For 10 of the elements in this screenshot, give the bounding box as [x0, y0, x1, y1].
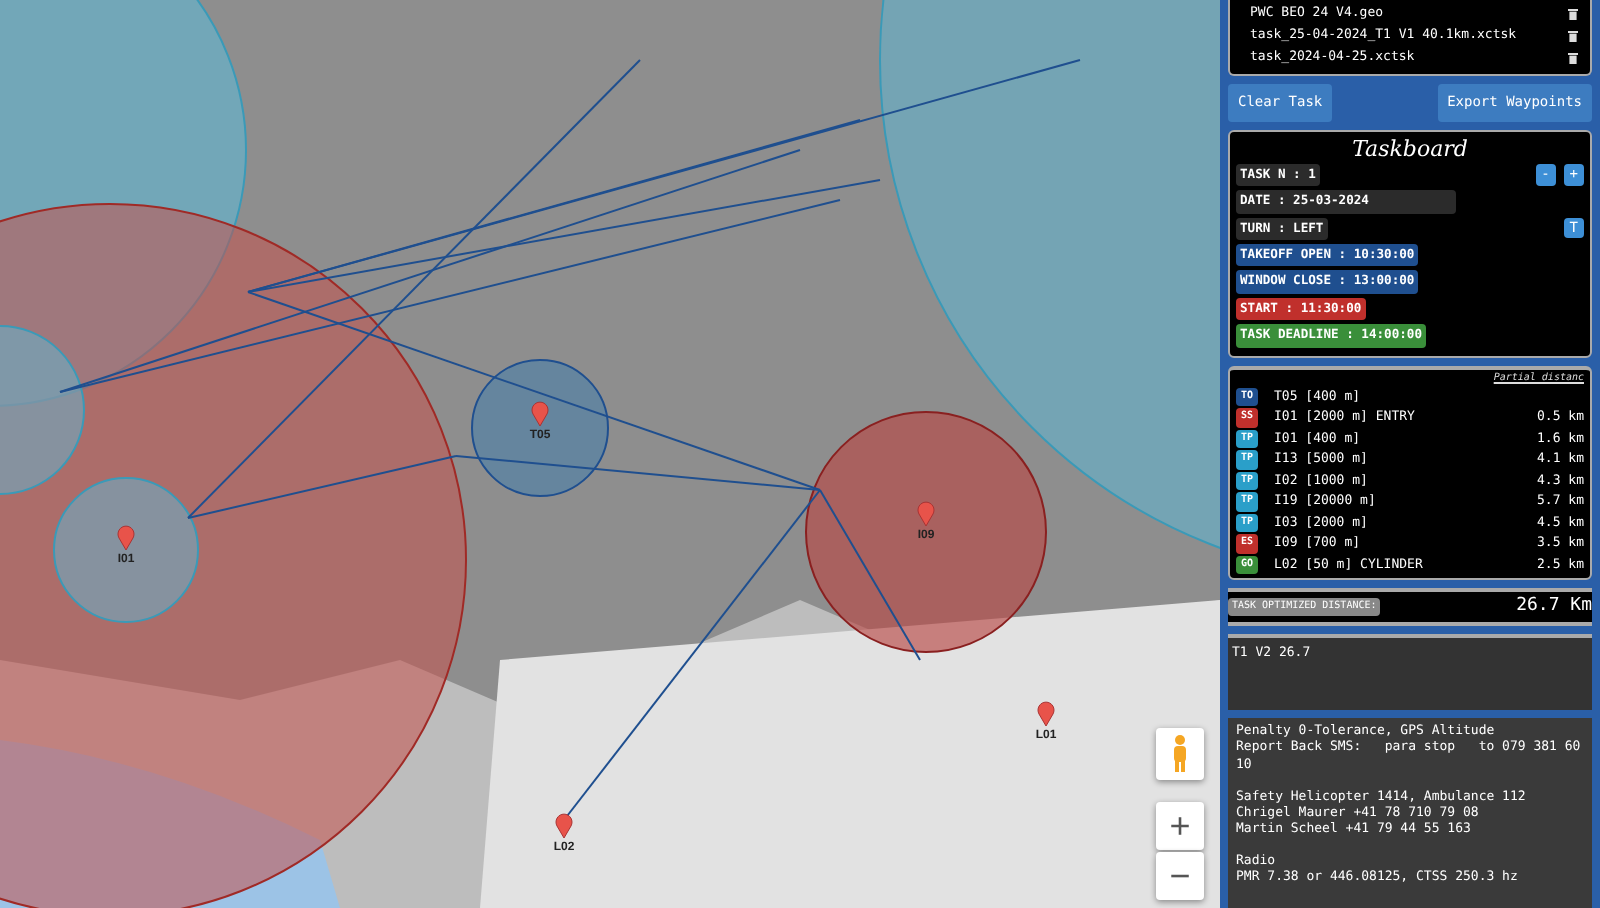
zoom-in-button[interactable]: +	[1156, 802, 1204, 850]
cylinder-circle	[471, 359, 609, 497]
trash-icon[interactable]	[1568, 51, 1578, 63]
distance-value: 26.7 Km	[1516, 593, 1592, 620]
map-pin-icon[interactable]	[555, 813, 573, 839]
trash-icon[interactable]	[1568, 7, 1578, 19]
map-pin-icon[interactable]	[1037, 701, 1055, 727]
zoom-out-button[interactable]: −	[1156, 852, 1204, 900]
taskboard-title: Taskboard	[1350, 135, 1470, 162]
trash-icon[interactable]	[1568, 29, 1578, 41]
